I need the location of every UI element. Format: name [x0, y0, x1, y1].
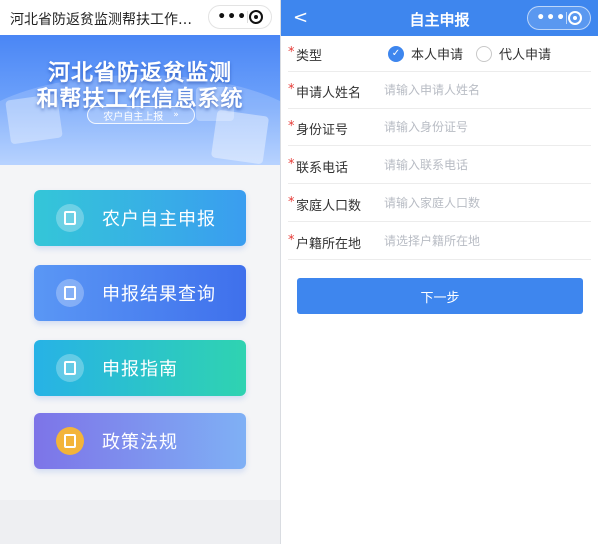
required-mark: * — [288, 157, 295, 172]
banner-book-illustration — [210, 109, 270, 165]
double-chevron-right-icon: » — [173, 110, 179, 120]
required-mark: * — [288, 45, 295, 60]
field-label: 家庭人口数 — [296, 199, 362, 214]
banner-pill-label: 农户自主上报 — [103, 111, 164, 123]
mini-program-capsule: ••• — [527, 6, 591, 30]
field-label: 申请人姓名 — [296, 86, 362, 101]
report-result-query-button[interactable]: 申报结果查询 — [34, 265, 246, 321]
radio-label: 代人申请 — [499, 48, 552, 63]
field-label: 身份证号 — [296, 123, 349, 138]
radio-circle-icon — [476, 45, 492, 62]
required-mark: * — [288, 82, 295, 97]
radio-self-apply[interactable]: ✓ 本人申请 — [388, 44, 463, 63]
radio-proxy-apply[interactable]: 代人申请 — [476, 44, 551, 63]
phone-input[interactable] — [384, 153, 584, 177]
banner-report-pill[interactable]: 农户自主上报 » — [87, 106, 195, 124]
search-document-icon — [56, 279, 84, 307]
report-guide-button[interactable]: 申报指南 — [34, 340, 246, 396]
app-title: 河北省防返贫监测帮扶工作… — [10, 12, 192, 28]
applicant-name-row: * 申请人姓名 — [288, 72, 591, 109]
menu-label: 政策法规 — [102, 432, 178, 453]
household-registration-select[interactable] — [384, 229, 584, 253]
menu-label: 农户自主申报 — [102, 209, 216, 230]
id-number-input[interactable] — [384, 115, 584, 139]
field-label: 户籍所在地 — [296, 237, 362, 252]
guide-book-icon — [56, 354, 84, 382]
menu-label: 申报结果查询 — [102, 284, 216, 305]
self-report-screen: < 自主申报 ••• * 类型 ✓ 本人申请 代人申请 * 申请人姓名 * 身份… — [281, 0, 598, 544]
type-label: 类型 — [296, 49, 323, 64]
bottom-area — [0, 500, 280, 544]
mini-program-capsule: ••• — [208, 5, 272, 29]
policy-regulations-button[interactable]: 政策法规 — [34, 413, 246, 469]
more-icon[interactable]: ••• — [536, 11, 566, 25]
system-banner: 河北省防返贫监测 和帮扶工作信息系统 农户自主上报 » — [0, 35, 280, 165]
home-screen: 河北省防返贫监测帮扶工作… ••• 河北省防返贫监测 和帮扶工作信息系统 农户自… — [0, 0, 280, 544]
close-target-icon[interactable] — [248, 10, 263, 24]
required-mark: * — [288, 119, 295, 134]
farmer-self-report-button[interactable]: 农户自主申报 — [34, 190, 246, 246]
field-label: 联系电话 — [296, 161, 349, 176]
applicant-name-input[interactable] — [384, 78, 584, 102]
self-report-title-bar: < 自主申报 ••• — [281, 0, 598, 36]
checkmark-icon: ✓ — [388, 45, 404, 62]
household-size-input[interactable] — [384, 191, 584, 215]
next-step-button[interactable]: 下一步 — [297, 278, 583, 314]
policy-edit-icon — [56, 427, 84, 455]
type-row: * 类型 ✓ 本人申请 代人申请 — [288, 35, 591, 72]
id-number-row: * 身份证号 — [288, 109, 591, 146]
phone-row: * 联系电话 — [288, 147, 591, 184]
menu-label: 申报指南 — [102, 359, 178, 380]
document-icon — [56, 204, 84, 232]
home-title-bar: 河北省防返贫监测帮扶工作… ••• — [0, 0, 280, 35]
more-icon[interactable]: ••• — [217, 10, 247, 24]
close-target-icon[interactable] — [567, 11, 582, 25]
required-mark: * — [288, 233, 295, 248]
required-mark: * — [288, 195, 295, 210]
household-size-row: * 家庭人口数 — [288, 185, 591, 222]
household-registration-row: * 户籍所在地 — [288, 223, 591, 260]
radio-label: 本人申请 — [411, 48, 464, 63]
